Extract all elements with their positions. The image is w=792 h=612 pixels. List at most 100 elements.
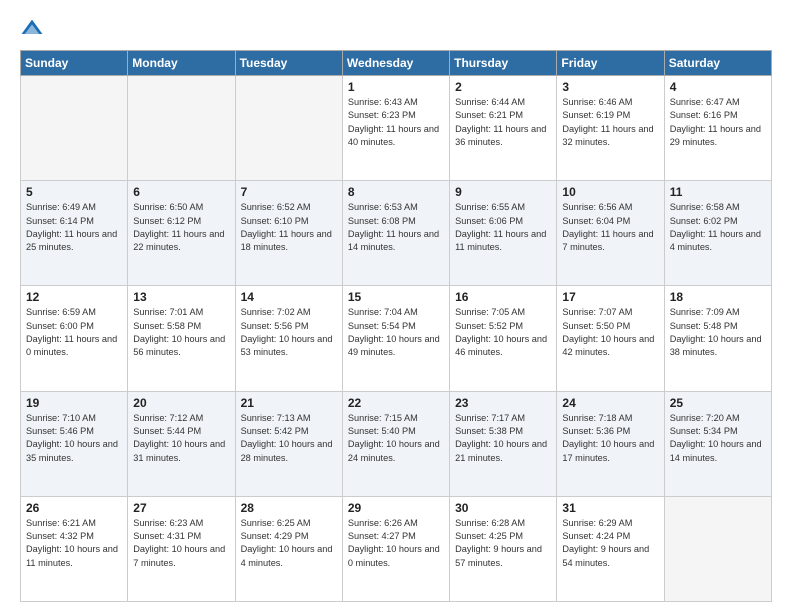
header-row: SundayMondayTuesdayWednesdayThursdayFrid… (21, 51, 772, 76)
day-cell: 11 Sunrise: 6:58 AM Sunset: 6:02 PM Dayli… (664, 181, 771, 286)
day-header-tuesday: Tuesday (235, 51, 342, 76)
day-cell: 6 Sunrise: 6:50 AM Sunset: 6:12 PM Daylig… (128, 181, 235, 286)
day-cell: 12Sunrise: 6:59 AM Sunset: 6:00 PM Dayli… (21, 286, 128, 391)
logo (20, 18, 48, 42)
page: SundayMondayTuesdayWednesdayThursdayFrid… (0, 0, 792, 612)
day-cell: 24 Sunrise: 7:18 AM Sunset: 5:36 PM Dayli… (557, 391, 664, 496)
day-info: Sunrise: 6:59 AM Sunset: 6:00 PM Dayligh… (26, 306, 122, 359)
day-cell: 8 Sunrise: 6:53 AM Sunset: 6:08 PM Daylig… (342, 181, 449, 286)
day-number: 29 (348, 501, 444, 515)
day-header-friday: Friday (557, 51, 664, 76)
week-row-5: 26Sunrise: 6:21 AM Sunset: 4:32 PM Dayli… (21, 496, 772, 601)
day-number: 8 (348, 185, 444, 199)
day-cell: 28 Sunrise: 6:25 AM Sunset: 4:29 PM Dayli… (235, 496, 342, 601)
day-cell: 5 Sunrise: 6:49 AM Sunset: 6:14 PM Daylig… (21, 181, 128, 286)
day-cell: 2 Sunrise: 6:44 AM Sunset: 6:21 PM Daylig… (450, 76, 557, 181)
day-info: Sunrise: 6:29 AM Sunset: 4:24 PM Dayligh… (562, 517, 658, 570)
day-number: 18 (670, 290, 766, 304)
day-info: Sunrise: 7:07 AM Sunset: 5:50 PM Dayligh… (562, 306, 658, 359)
week-row-4: 19 Sunrise: 7:10 AM Sunset: 5:46 PM Dayli… (21, 391, 772, 496)
day-number: 24 (562, 396, 658, 410)
day-cell: 3 Sunrise: 6:46 AM Sunset: 6:19 PM Daylig… (557, 76, 664, 181)
day-info: Sunrise: 6:43 AM Sunset: 6:23 PM Dayligh… (348, 96, 444, 149)
day-info: Sunrise: 6:25 AM Sunset: 4:29 PM Dayligh… (241, 517, 337, 570)
day-number: 27 (133, 501, 229, 515)
day-number: 13 (133, 290, 229, 304)
day-cell: 4 Sunrise: 6:47 AM Sunset: 6:16 PM Daylig… (664, 76, 771, 181)
day-number: 15 (348, 290, 444, 304)
day-cell: 27 Sunrise: 6:23 AM Sunset: 4:31 PM Dayli… (128, 496, 235, 601)
day-info: Sunrise: 7:04 AM Sunset: 5:54 PM Dayligh… (348, 306, 444, 359)
day-number: 6 (133, 185, 229, 199)
calendar: SundayMondayTuesdayWednesdayThursdayFrid… (20, 50, 772, 602)
day-info: Sunrise: 6:21 AM Sunset: 4:32 PM Dayligh… (26, 517, 122, 570)
header (20, 18, 772, 42)
day-info: Sunrise: 7:17 AM Sunset: 5:38 PM Dayligh… (455, 412, 551, 465)
day-number: 19 (26, 396, 122, 410)
day-number: 1 (348, 80, 444, 94)
day-header-wednesday: Wednesday (342, 51, 449, 76)
week-row-1: 1 Sunrise: 6:43 AM Sunset: 6:23 PM Daylig… (21, 76, 772, 181)
day-info: Sunrise: 6:46 AM Sunset: 6:19 PM Dayligh… (562, 96, 658, 149)
day-info: Sunrise: 7:15 AM Sunset: 5:40 PM Dayligh… (348, 412, 444, 465)
day-header-thursday: Thursday (450, 51, 557, 76)
day-info: Sunrise: 6:56 AM Sunset: 6:04 PM Dayligh… (562, 201, 658, 254)
day-cell: 9 Sunrise: 6:55 AM Sunset: 6:06 PM Daylig… (450, 181, 557, 286)
day-info: Sunrise: 7:10 AM Sunset: 5:46 PM Dayligh… (26, 412, 122, 465)
day-number: 11 (670, 185, 766, 199)
day-number: 20 (133, 396, 229, 410)
day-cell: 17 Sunrise: 7:07 AM Sunset: 5:50 PM Dayli… (557, 286, 664, 391)
day-number: 9 (455, 185, 551, 199)
day-number: 28 (241, 501, 337, 515)
day-number: 4 (670, 80, 766, 94)
day-info: Sunrise: 6:49 AM Sunset: 6:14 PM Dayligh… (26, 201, 122, 254)
day-info: Sunrise: 7:01 AM Sunset: 5:58 PM Dayligh… (133, 306, 229, 359)
day-info: Sunrise: 7:13 AM Sunset: 5:42 PM Dayligh… (241, 412, 337, 465)
day-cell: 29Sunrise: 6:26 AM Sunset: 4:27 PM Dayli… (342, 496, 449, 601)
day-number: 17 (562, 290, 658, 304)
week-row-3: 12Sunrise: 6:59 AM Sunset: 6:00 PM Dayli… (21, 286, 772, 391)
day-info: Sunrise: 6:50 AM Sunset: 6:12 PM Dayligh… (133, 201, 229, 254)
day-number: 22 (348, 396, 444, 410)
day-number: 7 (241, 185, 337, 199)
day-cell: 21 Sunrise: 7:13 AM Sunset: 5:42 PM Dayli… (235, 391, 342, 496)
day-header-monday: Monday (128, 51, 235, 76)
day-number: 21 (241, 396, 337, 410)
day-number: 16 (455, 290, 551, 304)
day-number: 31 (562, 501, 658, 515)
day-info: Sunrise: 7:09 AM Sunset: 5:48 PM Dayligh… (670, 306, 766, 359)
day-cell: 7 Sunrise: 6:52 AM Sunset: 6:10 PM Daylig… (235, 181, 342, 286)
day-cell: 30 Sunrise: 6:28 AM Sunset: 4:25 PM Dayli… (450, 496, 557, 601)
day-number: 2 (455, 80, 551, 94)
day-cell: 13 Sunrise: 7:01 AM Sunset: 5:58 PM Dayli… (128, 286, 235, 391)
day-info: Sunrise: 6:44 AM Sunset: 6:21 PM Dayligh… (455, 96, 551, 149)
day-info: Sunrise: 6:23 AM Sunset: 4:31 PM Dayligh… (133, 517, 229, 570)
day-cell (664, 496, 771, 601)
day-info: Sunrise: 6:47 AM Sunset: 6:16 PM Dayligh… (670, 96, 766, 149)
day-info: Sunrise: 6:58 AM Sunset: 6:02 PM Dayligh… (670, 201, 766, 254)
day-number: 3 (562, 80, 658, 94)
day-number: 30 (455, 501, 551, 515)
day-cell: 23 Sunrise: 7:17 AM Sunset: 5:38 PM Dayli… (450, 391, 557, 496)
day-number: 10 (562, 185, 658, 199)
day-info: Sunrise: 6:52 AM Sunset: 6:10 PM Dayligh… (241, 201, 337, 254)
day-number: 14 (241, 290, 337, 304)
day-number: 5 (26, 185, 122, 199)
day-cell: 19 Sunrise: 7:10 AM Sunset: 5:46 PM Dayli… (21, 391, 128, 496)
day-cell (235, 76, 342, 181)
day-cell: 14 Sunrise: 7:02 AM Sunset: 5:56 PM Dayli… (235, 286, 342, 391)
day-info: Sunrise: 6:53 AM Sunset: 6:08 PM Dayligh… (348, 201, 444, 254)
day-info: Sunrise: 7:18 AM Sunset: 5:36 PM Dayligh… (562, 412, 658, 465)
day-info: Sunrise: 6:28 AM Sunset: 4:25 PM Dayligh… (455, 517, 551, 570)
day-info: Sunrise: 7:20 AM Sunset: 5:34 PM Dayligh… (670, 412, 766, 465)
day-info: Sunrise: 7:05 AM Sunset: 5:52 PM Dayligh… (455, 306, 551, 359)
day-number: 23 (455, 396, 551, 410)
day-cell (128, 76, 235, 181)
day-info: Sunrise: 7:02 AM Sunset: 5:56 PM Dayligh… (241, 306, 337, 359)
day-info: Sunrise: 6:55 AM Sunset: 6:06 PM Dayligh… (455, 201, 551, 254)
day-cell: 26Sunrise: 6:21 AM Sunset: 4:32 PM Dayli… (21, 496, 128, 601)
day-number: 25 (670, 396, 766, 410)
day-cell (21, 76, 128, 181)
week-row-2: 5 Sunrise: 6:49 AM Sunset: 6:14 PM Daylig… (21, 181, 772, 286)
day-cell: 1 Sunrise: 6:43 AM Sunset: 6:23 PM Daylig… (342, 76, 449, 181)
